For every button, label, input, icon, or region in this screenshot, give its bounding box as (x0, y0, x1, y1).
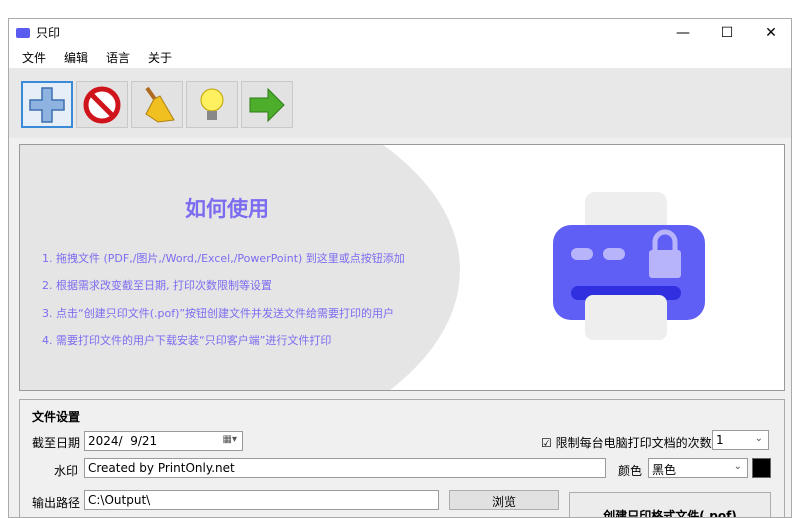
howto-title: 如何使用 (185, 197, 269, 221)
color-select[interactable]: 黑色 ⌄ (648, 458, 748, 478)
date-picker[interactable]: 2024/ 9/21 ▦▾ (84, 431, 243, 451)
plus-icon (29, 86, 65, 123)
title-bar: 只印 — ☐ ✕ (9, 19, 791, 46)
output-path-input[interactable]: C:\Output\ (84, 490, 439, 510)
background-shape (20, 145, 460, 390)
limit-label: 限制每台电脑打印文档的次数 (555, 436, 712, 450)
chevron-down-icon: ⌄ (733, 461, 742, 472)
clear-button[interactable] (131, 81, 183, 128)
file-settings-group: 文件设置 截至日期 2024/ 9/21 ▦▾ ☑ 限制每台电脑打印文档的次数 1… (19, 399, 785, 517)
settings-title: 文件设置 (32, 410, 81, 424)
toolbar (9, 68, 791, 138)
close-button[interactable]: ✕ (749, 19, 791, 46)
printer-lock-icon (553, 192, 705, 340)
menu-bar: 文件 编辑 语言 关于 (9, 46, 791, 68)
forbidden-icon (83, 86, 121, 123)
color-label: 颜色 (618, 464, 643, 478)
window-title: 只印 (36, 26, 61, 40)
maximize-button[interactable]: ☐ (705, 19, 749, 46)
color-value: 黑色 (652, 463, 677, 477)
howto-step: 4. 需要打印文件的用户下载安装“只印客户端”进行文件打印 (42, 334, 332, 347)
printer-app-icon (16, 27, 30, 38)
chevron-down-icon: ⌄ (754, 433, 763, 444)
menu-language[interactable]: 语言 (106, 49, 130, 66)
howto-step: 1. 拖拽文件 (PDF,/图片,/Word,/Excel,/PowerPoin… (42, 252, 405, 265)
create-pof-button[interactable]: 创建只印格式文件(.pof) (569, 492, 771, 517)
calendar-icon[interactable]: ▦▾ (223, 434, 237, 445)
browse-button[interactable]: 浏览 (449, 490, 559, 510)
watermark-input[interactable]: Created by PrintOnly.net (84, 458, 606, 478)
tips-button[interactable] (186, 81, 238, 128)
add-file-button[interactable] (21, 81, 73, 128)
remove-file-button[interactable] (76, 81, 128, 128)
watermark-label: 水印 (54, 464, 79, 478)
howto-step: 3. 点击“创建只印文件(.pof)”按钮创建文件并发送文件给需要打印的用户 (42, 307, 395, 320)
minimize-button[interactable]: — (661, 19, 705, 46)
next-button[interactable] (241, 81, 293, 128)
output-label: 输出路径 (32, 496, 81, 510)
drop-zone[interactable]: 如何使用 1. 拖拽文件 (PDF,/图片,/Word,/Excel,/Powe… (19, 144, 785, 391)
date-value: 2024/ 9/21 (88, 434, 158, 448)
broom-icon (145, 86, 175, 123)
menu-edit[interactable]: 编辑 (64, 49, 88, 66)
arrow-right-icon (249, 87, 285, 122)
limit-value: 1 (716, 433, 724, 447)
date-label: 截至日期 (32, 436, 81, 450)
menu-file[interactable]: 文件 (22, 49, 46, 66)
limit-select[interactable]: 1 ⌄ (712, 430, 769, 450)
limit-checkbox[interactable]: ☑ 限制每台电脑打印文档的次数 (541, 434, 712, 451)
color-swatch[interactable] (752, 458, 771, 478)
howto-step: 2. 根据需求改变截至日期, 打印次数限制等设置 (42, 279, 272, 292)
lightbulb-icon (200, 88, 224, 120)
app-window: 只印 — ☐ ✕ 文件 编辑 语言 关于 如何使用 1. 拖拽文件 (PDF,/… (8, 18, 792, 518)
menu-about[interactable]: 关于 (148, 49, 172, 66)
